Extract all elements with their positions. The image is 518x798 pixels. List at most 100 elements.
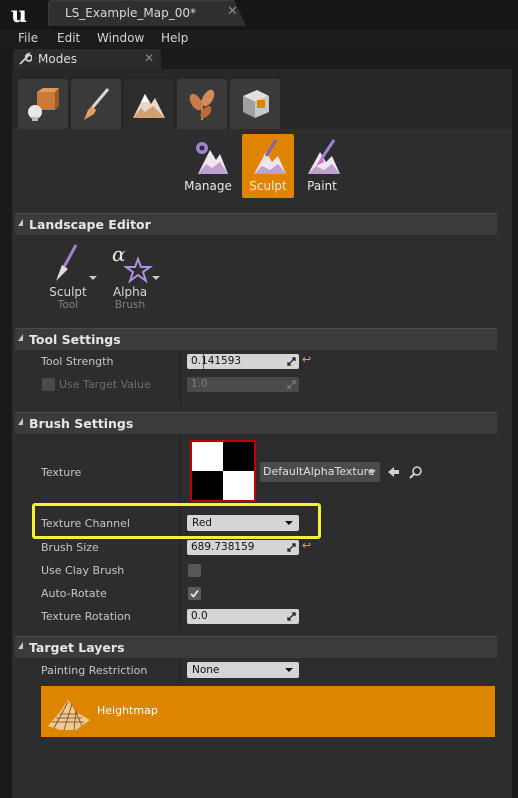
tool-settings-title: Tool Settings — [29, 332, 121, 347]
place-mode-button[interactable] — [18, 79, 68, 129]
reset-to-default-icon[interactable]: ↩ — [302, 354, 311, 365]
brush-sub-label: Brush — [114, 299, 146, 311]
modes-panel-close-icon[interactable]: ✕ — [144, 51, 154, 65]
document-tab[interactable]: LS_Example_Map_00* ✕ — [48, 0, 246, 26]
sculpt-label: Sculpt — [249, 179, 287, 193]
reset-to-default-icon[interactable]: ↩ — [302, 540, 311, 551]
use-clay-brush-label: Use Clay Brush — [41, 564, 125, 577]
landscape-mode-button[interactable] — [124, 79, 174, 129]
menu-file[interactable]: File — [18, 31, 38, 45]
resize-arrows-icon — [287, 357, 296, 366]
tool-settings-header[interactable]: Tool Settings — [15, 328, 497, 350]
asset-dropdown-arrow-icon — [368, 470, 376, 474]
column-divider — [180, 351, 181, 407]
brush-size-label: Brush Size — [41, 541, 99, 554]
svg-text:u: u — [11, 3, 27, 25]
painting-restriction-label: Painting Restriction — [41, 664, 148, 677]
menu-bar: File Edit Window Help — [0, 30, 518, 48]
texture-label: Texture — [41, 466, 82, 479]
paint-mode-tool-button[interactable]: Paint — [296, 134, 348, 198]
menu-help[interactable]: Help — [161, 31, 188, 45]
modes-panel-tab[interactable]: Modes ✕ — [13, 49, 161, 69]
brush-size-input[interactable]: 689.738159 — [187, 540, 299, 555]
collapse-arrow-icon — [18, 334, 23, 341]
menu-window[interactable]: Window — [97, 31, 144, 45]
use-target-value-checkbox[interactable] — [42, 378, 55, 391]
unreal-logo-icon[interactable]: u — [9, 3, 33, 25]
texture-checker-cell — [223, 442, 254, 471]
auto-rotate-label: Auto-Rotate — [41, 587, 107, 600]
chevron-down-icon — [285, 668, 293, 672]
foliage-mode-button[interactable] — [177, 79, 227, 129]
tool-dropdown-arrow-icon[interactable] — [89, 276, 97, 280]
heightmap-grid-icon — [48, 700, 90, 731]
texture-checker-cell — [192, 471, 223, 500]
texture-asset-picker[interactable]: DefaultAlphaTexture — [260, 462, 380, 482]
brush-dropdown-arrow-icon[interactable] — [152, 276, 160, 280]
use-target-value-label: Use Target Value — [59, 378, 151, 391]
target-layers-title: Target Layers — [29, 640, 125, 655]
manage-mode-button[interactable]: Manage — [182, 134, 234, 198]
tool-name: Sculpt — [49, 285, 87, 299]
browse-search-icon[interactable] — [409, 465, 423, 479]
alpha-brush-icon: α — [112, 243, 154, 283]
brush-size-value: 689.738159 — [191, 541, 255, 553]
texture-rotation-input[interactable]: 0.0 — [187, 609, 299, 624]
sculpt-mode-button[interactable]: Sculpt — [242, 134, 294, 198]
texture-rotation-value: 0.0 — [191, 610, 208, 622]
alpha-brush-selector[interactable]: α Alpha Brush — [102, 243, 158, 311]
place-mode-icon — [28, 88, 59, 121]
column-divider — [180, 659, 181, 683]
use-selected-arrow-icon[interactable] — [386, 466, 400, 478]
collapse-arrow-icon — [18, 418, 23, 425]
wrench-icon — [19, 52, 32, 65]
sculpt-icon — [254, 139, 286, 174]
target-value: 1.0 — [191, 378, 208, 390]
modes-panel-label: Modes — [38, 52, 77, 66]
tool-sub-label: Tool — [57, 299, 79, 311]
heightmap-layer-item[interactable]: Heightmap — [41, 686, 495, 737]
tool-strength-label: Tool Strength — [41, 355, 114, 368]
tool-strength-slider-marker[interactable] — [203, 354, 204, 369]
tool-strength-value: 0.141593 — [191, 355, 242, 367]
target-value-input[interactable]: 1.0 — [187, 377, 299, 392]
landscape-editor-title: Landscape Editor — [29, 217, 151, 232]
collapse-arrow-icon — [18, 642, 23, 649]
paint-brush-icon — [84, 88, 110, 120]
landscape-editor-header[interactable]: Landscape Editor — [15, 213, 497, 235]
brush-settings-title: Brush Settings — [29, 416, 134, 431]
brush-settings-header[interactable]: Brush Settings — [15, 412, 497, 434]
texture-thumbnail[interactable] — [190, 440, 256, 502]
resize-arrows-icon — [287, 380, 296, 389]
manage-label: Manage — [184, 179, 232, 193]
foliage-leaf-icon — [189, 89, 215, 120]
paint-mode-button[interactable] — [71, 79, 121, 129]
svg-text:α: α — [112, 243, 126, 266]
landscape-mountain-icon — [133, 94, 165, 118]
manage-gear-icon — [196, 142, 228, 174]
document-tab-close-icon[interactable]: ✕ — [227, 4, 238, 19]
texture-rotation-label: Texture Rotation — [41, 610, 131, 623]
texture-asset-name: DefaultAlphaTexture — [263, 465, 375, 478]
paint-mode-icon — [308, 139, 340, 174]
geometry-box-icon — [243, 90, 269, 118]
highlight-annotation — [32, 503, 321, 539]
menu-edit[interactable]: Edit — [57, 31, 80, 45]
tool-strength-input[interactable]: 0.141593 — [187, 354, 299, 369]
painting-restriction-dropdown[interactable]: None — [187, 662, 299, 678]
sculpt-tool-icon — [56, 244, 78, 281]
brush-name: Alpha — [112, 285, 148, 299]
geometry-mode-button[interactable] — [230, 79, 280, 129]
painting-restriction-value: None — [192, 664, 220, 676]
resize-arrows-icon — [287, 612, 296, 621]
resize-arrows-icon — [287, 543, 296, 552]
use-clay-brush-checkbox[interactable] — [188, 564, 201, 577]
document-tab-label: LS_Example_Map_00* — [65, 6, 196, 20]
heightmap-label: Heightmap — [97, 704, 158, 717]
checkmark-icon — [190, 589, 199, 598]
target-layers-header[interactable]: Target Layers — [15, 636, 497, 658]
title-bar: u LS_Example_Map_00* ✕ — [0, 0, 518, 30]
auto-rotate-checkbox[interactable] — [188, 587, 201, 600]
paint-label: Paint — [307, 179, 337, 193]
sculpt-tool-selector[interactable]: Sculpt Tool — [40, 243, 96, 311]
